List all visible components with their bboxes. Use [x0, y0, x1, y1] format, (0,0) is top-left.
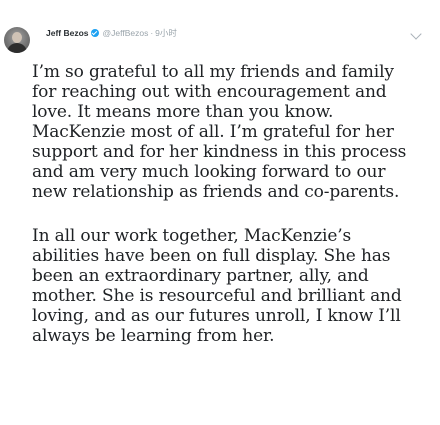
chevron-down-icon[interactable]: [410, 28, 422, 40]
avatar-body: [7, 43, 27, 53]
meta-separator: ·: [150, 28, 154, 38]
tweet-paragraph-2: In all our work together, MacKenzie’s ab…: [32, 226, 402, 346]
avatar-head: [12, 32, 22, 43]
author-handle[interactable]: @JeffBezos: [103, 28, 149, 38]
tweet-paragraph-1: I’m so grateful to all my friends and fa…: [32, 62, 407, 202]
tweet-time[interactable]: 9小时: [155, 27, 177, 39]
verified-badge-icon: [90, 29, 99, 37]
avatar[interactable]: [4, 27, 30, 53]
tweet-text: I’m so grateful to all my friends and fa…: [32, 62, 412, 370]
tweet-card: Jeff Bezos @JeffBezos · 9小时 I’m so grate…: [0, 0, 440, 425]
tweet-header: Jeff Bezos @JeffBezos · 9小时: [46, 26, 177, 40]
author-name[interactable]: Jeff Bezos: [46, 28, 89, 38]
